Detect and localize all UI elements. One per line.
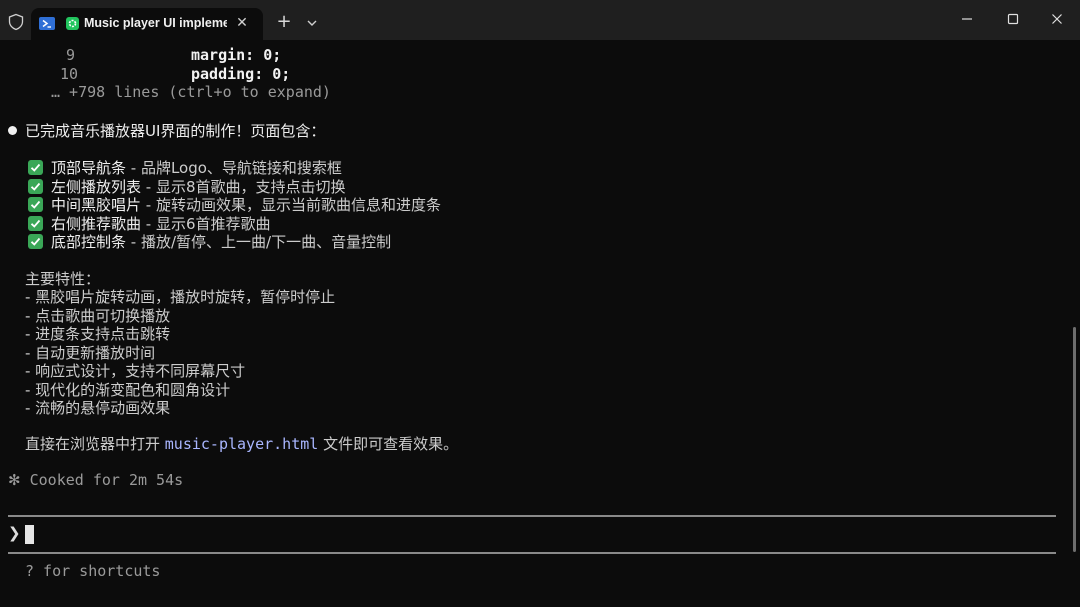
checklist-desc: - 播放/暂停、上一曲/下一曲、音量控制 (126, 233, 392, 251)
line-number: 9 (66, 46, 76, 64)
minimize-icon (962, 18, 972, 20)
code-line: 10 (60, 65, 78, 83)
checklist-item: 中间黑胶唱片 - 旋转动画效果，显示当前歌曲信息和进度条 (28, 194, 441, 215)
check-icon (28, 234, 43, 249)
tab-title: Music player UI implemen (84, 16, 227, 30)
checklist-item: 顶部导航条 - 品牌Logo、导航链接和搜索框 (28, 157, 342, 178)
maximize-button[interactable] (990, 0, 1036, 38)
cooked-text: Cooked for 2m 54s (29, 471, 184, 489)
cooked-status: ✻ Cooked for 2m 54s (8, 471, 183, 489)
check-icon (28, 216, 43, 231)
terminal-output[interactable]: 9 margin: 0; 10 padding: 0; … +798 lines… (0, 40, 1080, 607)
maximize-icon (1007, 13, 1019, 25)
shortcuts-hint: ? for shortcuts (25, 562, 161, 580)
divider (8, 552, 1056, 554)
close-icon (1052, 14, 1062, 24)
feature-item: - 黑胶唱片旋转动画，播放时旋转，暂停时停止 (25, 288, 336, 306)
code-text: padding: 0; (191, 65, 291, 83)
check-icon (28, 197, 43, 212)
chevron-down-icon[interactable] (302, 13, 322, 33)
line-number: 10 (60, 65, 79, 83)
close-tab-icon[interactable]: ✕ (232, 13, 252, 33)
powershell-icon (39, 17, 55, 30)
open-prefix: 直接在浏览器中打开 (25, 435, 165, 453)
code-line: 9 (66, 46, 75, 64)
minimize-button[interactable] (944, 0, 990, 38)
open-instruction: 直接在浏览器中打开 music-player.html 文件即可查看效果。 (25, 433, 458, 454)
terminal-tab[interactable]: Music player UI implemen ✕ (31, 8, 263, 40)
open-suffix: 文件即可查看效果。 (318, 435, 459, 453)
checklist-desc: - 旋转动画效果，显示当前歌曲信息和进度条 (141, 196, 441, 214)
title-bar: Music player UI implemen ✕ + (0, 0, 1080, 40)
code-text: margin: 0; (191, 46, 282, 64)
checklist-title: 底部控制条 (51, 233, 127, 251)
feature-item: - 响应式设计，支持不同屏幕尺寸 (25, 362, 246, 380)
new-tab-button[interactable]: + (273, 11, 295, 33)
summary-line: 已完成音乐播放器UI界面的制作！页面包含： (8, 120, 325, 141)
check-icon (28, 179, 43, 194)
checklist-title: 中间黑胶唱片 (51, 196, 142, 214)
scrollbar[interactable] (1073, 327, 1076, 552)
checklist-title: 顶部导航条 (51, 159, 127, 177)
prompt-chevron-icon: ❯ (8, 524, 21, 542)
file-name: music-player.html (164, 435, 319, 453)
window-close-button[interactable] (1034, 0, 1080, 38)
feature-item: - 流畅的悬停动画效果 (25, 399, 171, 417)
collapsed-lines-note[interactable]: … +798 lines (ctrl+o to expand) (51, 83, 331, 101)
summary-text: 已完成音乐播放器UI界面的制作！页面包含： (25, 122, 326, 140)
divider (8, 515, 1056, 517)
app-icon (66, 17, 79, 30)
bullet-icon (8, 126, 17, 135)
shield-icon[interactable] (7, 13, 25, 31)
feature-item: - 进度条支持点击跳转 (25, 325, 171, 343)
text-cursor[interactable] (25, 525, 34, 544)
checklist-desc: - 品牌Logo、导航链接和搜索框 (126, 159, 342, 177)
checklist-item: 底部控制条 - 播放/暂停、上一曲/下一曲、音量控制 (28, 231, 391, 252)
sparkle-icon: ✻ (8, 471, 21, 489)
check-icon (28, 160, 43, 175)
